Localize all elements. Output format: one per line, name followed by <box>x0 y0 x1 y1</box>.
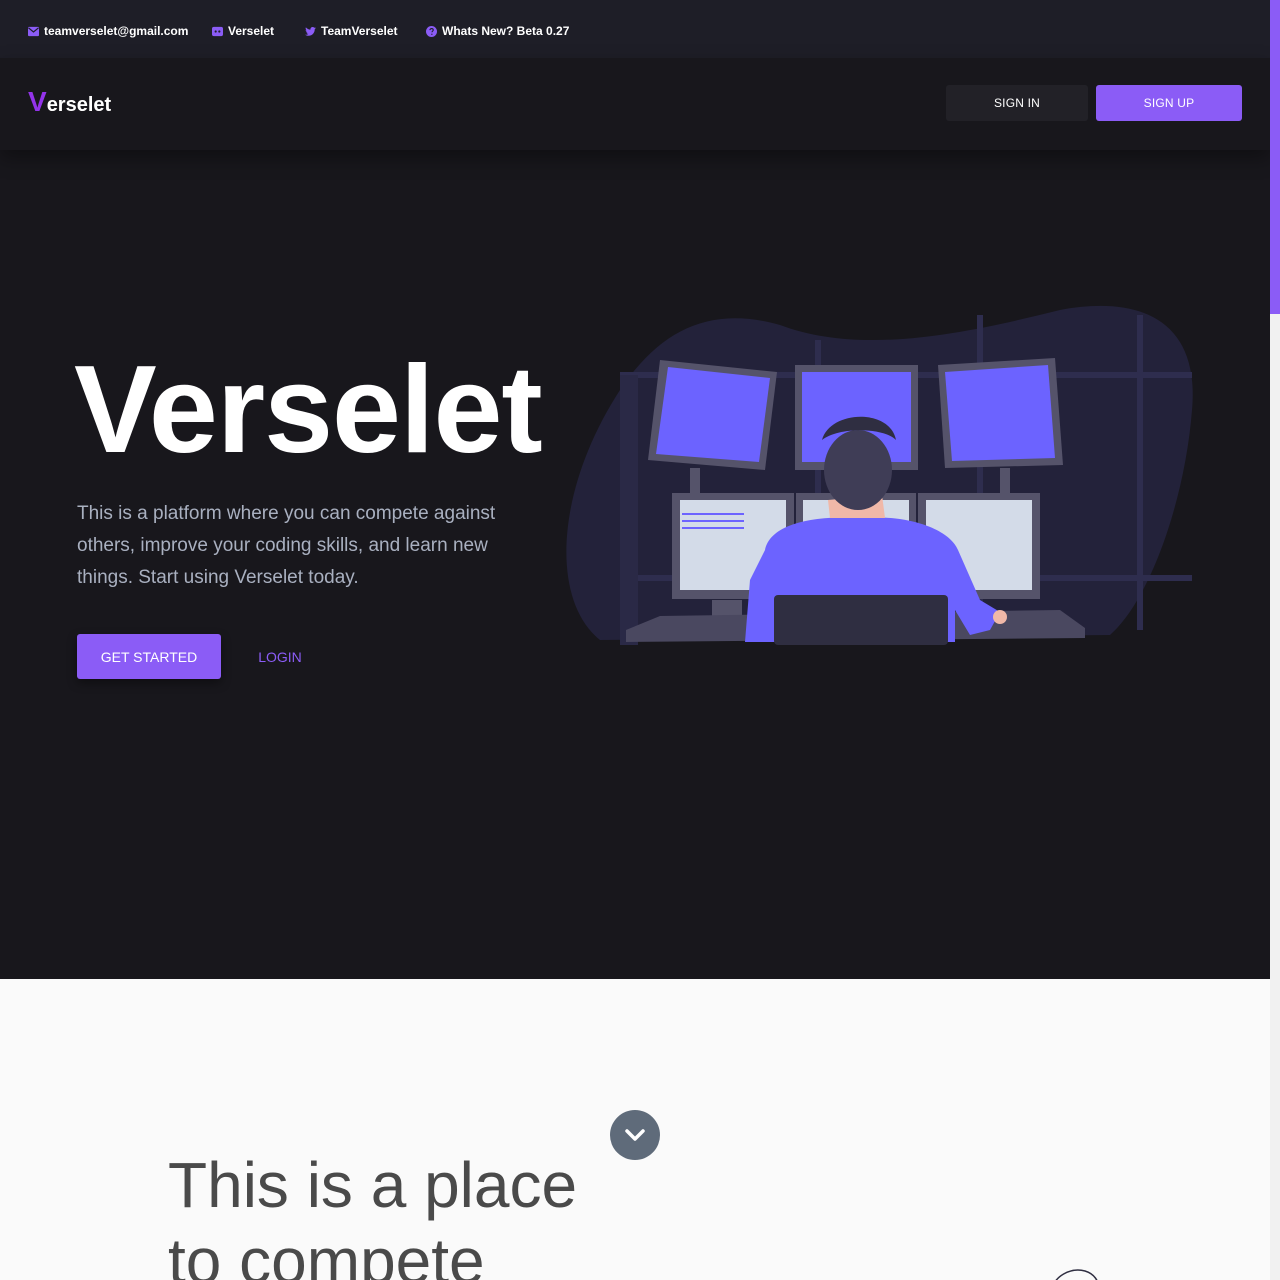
decorative-doodle <box>1055 1269 1098 1280</box>
get-started-button[interactable]: GET STARTED <box>77 634 221 679</box>
login-link[interactable]: LOGIN <box>244 634 316 679</box>
hero-description: This is a platform where you can compete… <box>77 503 496 588</box>
twitter-link[interactable]: TeamVerselet <box>305 22 398 40</box>
whats-new-link[interactable]: Whats New? Beta 0.27 <box>426 22 569 40</box>
logo-letter: V <box>28 86 47 117</box>
main-navbar: V erselet SIGN IN SIGN UP <box>0 58 1270 150</box>
email-text: teamverselet@gmail.com <box>44 24 189 38</box>
whats-new-text: Whats New? Beta 0.27 <box>442 24 570 38</box>
top-info-bar: teamverselet@gmail.com Verselet TeamVers… <box>0 0 1270 58</box>
question-circle-icon <box>426 25 437 37</box>
envelope-icon <box>28 26 39 36</box>
email-link[interactable]: teamverselet@gmail.com <box>28 22 188 40</box>
sign-in-button[interactable]: SIGN IN <box>946 85 1088 121</box>
site-logo[interactable]: V erselet <box>28 88 111 117</box>
page-scrollbar[interactable] <box>1270 0 1280 1280</box>
hero-title: Verselet <box>74 341 543 479</box>
hero-illustration <box>566 305 1193 645</box>
discord-text: Verselet <box>228 24 275 38</box>
twitter-text: TeamVerselet <box>321 24 398 38</box>
twitter-icon <box>305 26 316 36</box>
discord-icon <box>212 26 223 36</box>
section-title: This is a place to compete <box>168 1149 578 1280</box>
sign-up-button[interactable]: SIGN UP <box>1096 85 1242 121</box>
logo-rest: erselet <box>46 94 112 116</box>
chevron-down-icon <box>625 1129 645 1141</box>
discord-link[interactable]: Verselet <box>212 22 274 40</box>
scrollbar-thumb[interactable] <box>1270 0 1280 314</box>
intro-section: This is a place to compete <box>0 979 1270 1280</box>
